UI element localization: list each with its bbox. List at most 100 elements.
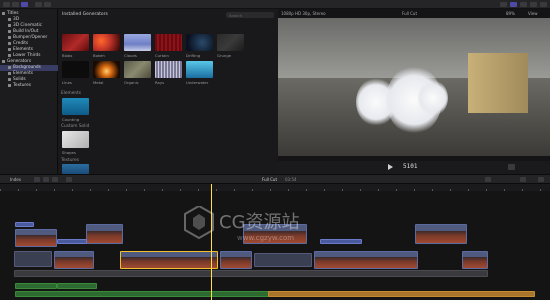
sidebar-item-lower-thirds[interactable]: Lower Thirds: [0, 53, 58, 59]
generator-label: Shapes: [62, 150, 76, 155]
sidebar-item-3d[interactable]: 3D: [0, 17, 58, 23]
connected-clip[interactable]: [15, 229, 57, 247]
connected-clip[interactable]: [415, 224, 467, 244]
tool-icon[interactable]: [43, 177, 49, 182]
disclosure-icon: [2, 12, 5, 16]
folder-icon: [8, 66, 11, 70]
tool-icon[interactable]: [66, 177, 72, 182]
svg-text:CG资源站: CG资源站: [219, 212, 300, 233]
layout-icon[interactable]: [510, 2, 517, 7]
timeline-toolbar: Index Full Cut 03:54: [0, 174, 550, 184]
connected-clip[interactable]: [86, 224, 123, 244]
sidebar-item-backgrounds[interactable]: Backgrounds: [0, 65, 58, 71]
photos-icon[interactable]: [12, 2, 19, 7]
tool-icon[interactable]: [34, 177, 40, 182]
gap-clip[interactable]: [14, 251, 52, 267]
layout-icon-4[interactable]: [540, 2, 547, 7]
generator-thumb-rays[interactable]: [155, 61, 182, 78]
sound-effect-clip[interactable]: [268, 291, 535, 297]
timeline-duration: 03:54: [285, 177, 297, 182]
viewer-clip-name: Full Cut: [402, 11, 418, 16]
generator-thumb-texture[interactable]: [62, 164, 89, 174]
generator-label: Organic: [124, 80, 139, 85]
viewer-zoom[interactable]: 89%: [506, 12, 515, 16]
tool-icon[interactable]: [52, 177, 58, 182]
import-icon[interactable]: [35, 2, 42, 7]
generator-label: Curtain: [155, 53, 169, 58]
generator-label: Blobs: [62, 53, 73, 58]
generator-thumb-bokeh[interactable]: [93, 34, 120, 51]
viewer-format: 1080p HD 30p, Stereo: [281, 11, 326, 16]
keyword-icon[interactable]: [44, 2, 51, 7]
generator-thumb-counting[interactable]: [62, 98, 89, 115]
sidebar-item-titles[interactable]: Titles: [0, 11, 58, 17]
timeline-project-name: Full Cut: [262, 177, 278, 182]
storyline-clip[interactable]: [54, 251, 94, 269]
folder-icon: [8, 42, 11, 46]
folder-icon: [8, 84, 11, 88]
transitions-icon[interactable]: [538, 177, 544, 182]
generator-thumb-lines[interactable]: [62, 61, 89, 78]
sidebar-item-build-in-out[interactable]: Build In/Out: [0, 29, 58, 35]
title-clip[interactable]: [15, 222, 34, 227]
library-icon[interactable]: [3, 2, 10, 7]
sidebar-item-3d-cinematic[interactable]: 3D Cinematic: [0, 23, 58, 29]
generator-thumb-metal[interactable]: [93, 61, 120, 78]
effects-icon[interactable]: [520, 177, 526, 182]
share-icon[interactable]: [500, 2, 507, 7]
sidebar-item-gen-elements[interactable]: Elements: [0, 71, 58, 77]
folder-icon: [8, 36, 11, 40]
sidebar-item-elements[interactable]: Elements: [0, 47, 58, 53]
generator-label: Rays: [155, 80, 165, 85]
generator-thumb-organic[interactable]: [124, 61, 151, 78]
video-frame: [278, 18, 550, 156]
storyline-clip[interactable]: [314, 251, 418, 269]
generator-thumb-clouds[interactable]: [124, 34, 151, 51]
generator-thumb-grunge[interactable]: [217, 34, 244, 51]
timeline-ruler[interactable]: [0, 184, 550, 191]
titles-generators-icon[interactable]: [21, 2, 28, 7]
storyline-clip[interactable]: [220, 251, 252, 269]
generator-thumb-drifting[interactable]: [186, 34, 213, 51]
svg-text:www.cgzyw.com: www.cgzyw.com: [237, 234, 294, 242]
sidebar-item-generators[interactable]: Generators: [0, 59, 58, 65]
search-input[interactable]: Search: [226, 12, 274, 18]
generator-thumb-shapes[interactable]: [62, 131, 89, 148]
titles-generators-sidebar: Titles 3D 3D Cinematic Build In/Out Bump…: [0, 9, 58, 174]
audio-clip[interactable]: [57, 283, 97, 289]
generator-thumb-curtain[interactable]: [155, 34, 182, 51]
folder-icon: [8, 30, 11, 34]
folder-icon: [8, 24, 11, 28]
fullscreen-icon[interactable]: [508, 164, 515, 170]
browser-title: Installed Generators: [62, 12, 108, 17]
viewer-view-menu[interactable]: View: [528, 12, 538, 16]
audio-waveform-strip[interactable]: [14, 270, 488, 277]
timeline-index-button[interactable]: Index: [10, 178, 21, 182]
storyline-clip-selected[interactable]: [120, 251, 218, 269]
sidebar-item-bumper-opener[interactable]: Bumper/Opener: [0, 35, 58, 41]
layout-icon-3[interactable]: [530, 2, 537, 7]
dancer-figure: [418, 80, 448, 116]
folder-icon: [8, 78, 11, 82]
audio-meter-icon[interactable]: [485, 177, 491, 182]
studio-door: [468, 53, 528, 113]
section-header-elements: Elements: [61, 91, 82, 96]
gap-clip[interactable]: [254, 253, 312, 267]
storyline-clip[interactable]: [462, 251, 488, 269]
generator-label: Metal: [93, 80, 104, 85]
generator-label: Grunge: [217, 53, 232, 58]
title-clip[interactable]: [57, 239, 87, 244]
sidebar-item-textures[interactable]: Textures: [0, 83, 58, 89]
generator-thumb-underwater[interactable]: [186, 61, 213, 78]
generator-label: Clouds: [124, 53, 137, 58]
audio-clip[interactable]: [15, 283, 57, 289]
sidebar-item-credits[interactable]: Credits: [0, 41, 58, 47]
sidebar-item-solids[interactable]: Solids: [0, 77, 58, 83]
generator-label: Counting: [62, 117, 80, 122]
folder-icon: [8, 54, 11, 58]
section-header-textures: Textures: [61, 158, 79, 163]
layout-icon-2[interactable]: [520, 2, 527, 7]
disclosure-icon: [2, 60, 5, 64]
watermark-graphic: CG资源站 www.cgzyw.com: [184, 204, 300, 242]
generator-thumb-blobs[interactable]: [62, 34, 89, 51]
